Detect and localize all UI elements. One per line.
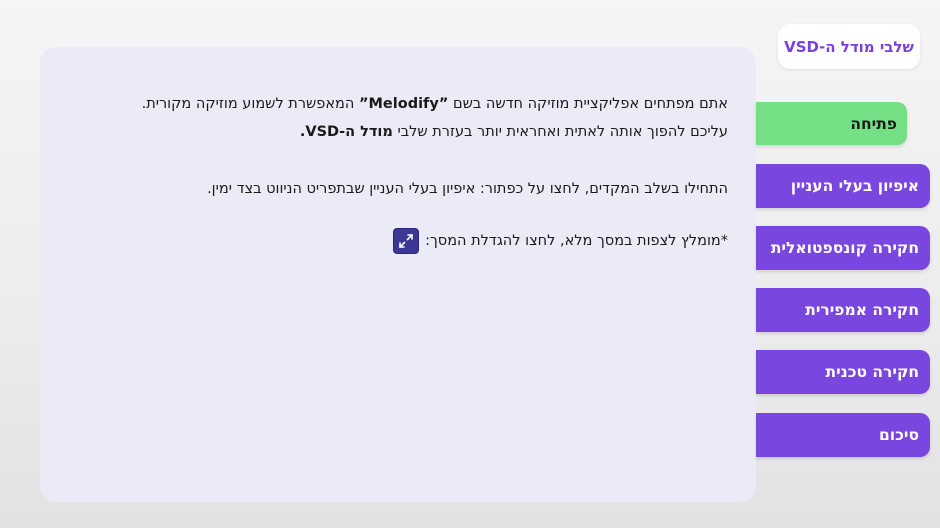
nav-item-summary[interactable]: סיכום: [756, 413, 930, 457]
model-name: מודל ה-VSD.: [299, 124, 393, 140]
intro-line-2: עליכם להפוך אותה לאתית ואחראית יותר בעזר…: [68, 118, 728, 146]
fullscreen-row: *מומלץ לצפות במסך מלא, לחצו להגדלת המסך:: [68, 227, 728, 255]
app-name: ”Melodify”: [358, 96, 449, 112]
nav-item-label: פתיחה: [850, 114, 897, 133]
nav-item-label: חקירה טכנית: [825, 363, 919, 381]
nav-item-empirical[interactable]: חקירה אמפירית: [756, 288, 930, 332]
nav-item-technical[interactable]: חקירה טכנית: [756, 350, 930, 394]
expand-arrows-icon: [399, 234, 413, 248]
nav-item-conceptual[interactable]: חקירה קונספטואלית: [756, 226, 930, 270]
nav-item-label: חקירה קונספטואלית: [770, 239, 919, 257]
nav-item-stakeholders[interactable]: איפיון בעלי העניין: [756, 164, 930, 208]
nav-item-label: איפיון בעלי העניין: [790, 177, 919, 195]
sidebar-title: שלבי מודל ה-VSD: [778, 24, 920, 69]
content-panel: אתם מפתחים אפליקציית מוזיקה חדשה בשם ”Me…: [40, 47, 756, 502]
fullscreen-button[interactable]: [393, 228, 420, 254]
intro-line-2-start: עליכם להפוך אותה לאתית ואחראית יותר בעזר…: [392, 124, 728, 140]
intro-line-1: אתם מפתחים אפליקציית מוזיקה חדשה בשם ”Me…: [68, 90, 728, 118]
nav-item-opening[interactable]: פתיחה: [756, 102, 907, 145]
instruction-text: התחילו בשלב המקדים, לחצו על כפתור: איפיו…: [207, 181, 728, 197]
intro-line-1-end: המאפשרת לשמוע מוזיקה מקורית.: [141, 96, 359, 112]
nav-item-label: חקירה אמפירית: [805, 301, 919, 319]
nav-item-label: סיכום: [879, 426, 919, 444]
fullscreen-note: *מומלץ לצפות במסך מלא, לחצו להגדלת המסך:: [425, 233, 728, 249]
intro-line-1-start: אתם מפתחים אפליקציית מוזיקה חדשה בשם: [448, 96, 728, 112]
